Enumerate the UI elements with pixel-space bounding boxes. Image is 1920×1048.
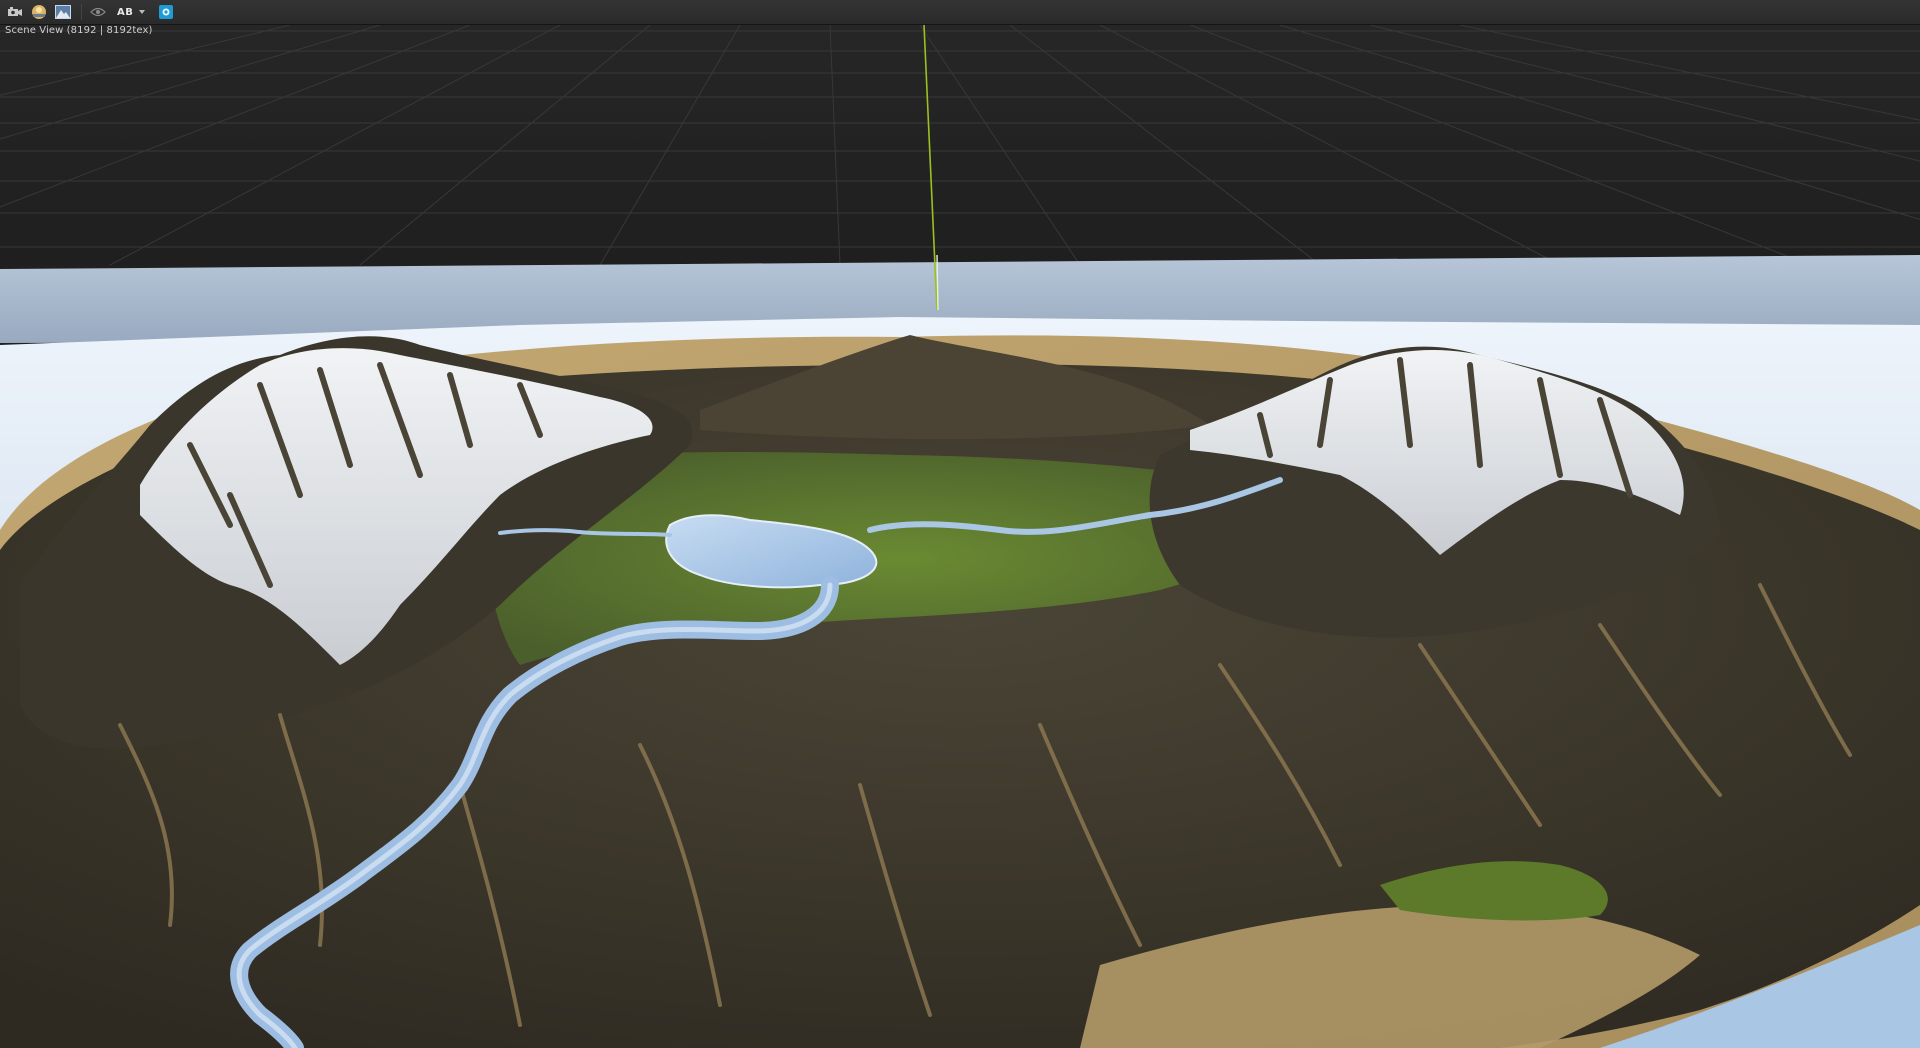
scene-view-window: AB Scene View (8192 | 8192tex)	[0, 0, 1920, 1048]
render-preview-button[interactable]	[53, 3, 73, 21]
y-axis-gizmo-highlight	[936, 254, 939, 311]
camera-settings-icon	[7, 5, 23, 19]
viewport-toolbar: AB	[0, 0, 1920, 25]
sun-sky-icon	[31, 4, 47, 20]
lighting-button[interactable]	[29, 3, 49, 21]
camera-capture-icon	[158, 4, 174, 20]
chevron-down-icon	[139, 10, 146, 14]
3d-viewport[interactable]	[0, 25, 1920, 1048]
viewport-title: Scene View (8192 | 8192tex)	[5, 25, 153, 36]
ab-compare-label: AB	[117, 6, 134, 18]
landscape-image-icon	[55, 5, 71, 19]
capture-button[interactable]	[156, 3, 176, 21]
eye-icon	[90, 7, 106, 17]
ab-compare-dropdown[interactable]: AB	[112, 3, 150, 21]
visibility-button[interactable]	[88, 3, 108, 21]
toolbar-separator	[81, 4, 82, 20]
view-options-button[interactable]	[5, 3, 25, 21]
